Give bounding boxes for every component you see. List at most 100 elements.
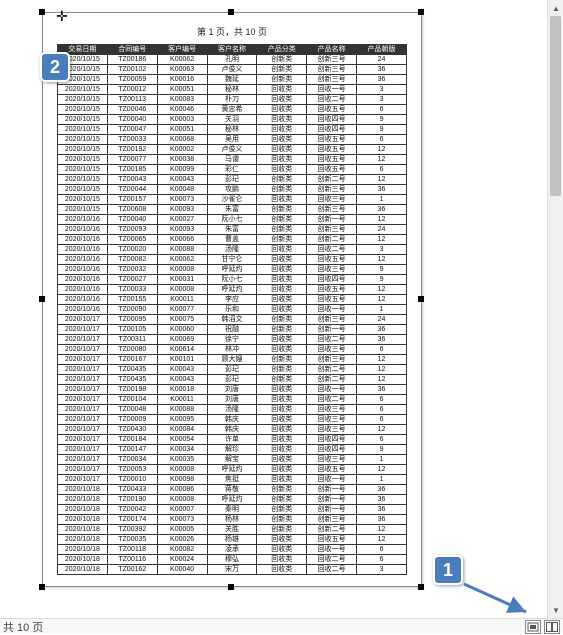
table-cell: K00040 bbox=[157, 565, 207, 575]
table-cell: K00027 bbox=[157, 215, 207, 225]
table-cell: 2020/10/15 bbox=[58, 185, 108, 195]
table-cell: 创新一号 bbox=[307, 505, 357, 515]
table-cell: 创新三号 bbox=[307, 55, 357, 65]
status-page-count: 共 10 页 bbox=[3, 619, 43, 635]
table-cell: TZ00118 bbox=[107, 545, 157, 555]
table-cell: 创新三号 bbox=[307, 225, 357, 235]
table-cell: 回收类 bbox=[257, 275, 307, 285]
table-row: 2020/10/15TZ00044K00048攻鹏创新类创新三号36 bbox=[58, 185, 407, 195]
selection-handle[interactable] bbox=[418, 584, 424, 590]
table-cell: 回收类 bbox=[257, 135, 307, 145]
scroll-track[interactable] bbox=[548, 16, 563, 602]
table-cell: 回收类 bbox=[257, 465, 307, 475]
table-cell: 回收二号 bbox=[307, 555, 357, 565]
table-cell: 创新三号 bbox=[307, 65, 357, 75]
table-cell: 创新类 bbox=[257, 315, 307, 325]
table-cell: K00099 bbox=[157, 165, 207, 175]
table-cell: 3 bbox=[357, 95, 407, 105]
table-cell: TZ00433 bbox=[107, 485, 157, 495]
table-cell: 9 bbox=[357, 445, 407, 455]
table-cell: 回收类 bbox=[257, 155, 307, 165]
table-cell: TZ00034 bbox=[107, 455, 157, 465]
table-cell: 12 bbox=[357, 155, 407, 165]
table-cell: TZ00032 bbox=[107, 265, 157, 275]
table-row: 2020/10/17TZ00095K00075韩滔文创新类创新三号24 bbox=[58, 315, 407, 325]
table-cell: 顾大嫂 bbox=[207, 355, 257, 365]
table-cell: 创新类 bbox=[257, 185, 307, 195]
table-cell: TZ00162 bbox=[107, 565, 157, 575]
table-cell: 回收类 bbox=[257, 395, 307, 405]
table-cell: 创新类 bbox=[257, 365, 307, 375]
table-cell: K00051 bbox=[157, 125, 207, 135]
scroll-down-arrow[interactable]: ▼ bbox=[548, 602, 563, 618]
table-cell: 穆弘 bbox=[207, 555, 257, 565]
selection-handle[interactable] bbox=[39, 9, 45, 15]
table-cell: 回收类 bbox=[257, 255, 307, 265]
vertical-scrollbar[interactable]: ▲ ▼ bbox=[547, 0, 563, 618]
table-cell: 2020/10/18 bbox=[58, 485, 108, 495]
table-cell: K00002 bbox=[157, 145, 207, 155]
view-mode-multi-button[interactable] bbox=[544, 620, 560, 634]
table-row: 2020/10/15TZ00040K00003关羽回收类回收四号9 bbox=[58, 115, 407, 125]
table-cell: 2020/10/18 bbox=[58, 545, 108, 555]
selection-handle[interactable] bbox=[418, 296, 424, 302]
table-cell: TZ00435 bbox=[107, 365, 157, 375]
table-cell: TZ00105 bbox=[107, 325, 157, 335]
table-cell: 36 bbox=[357, 505, 407, 515]
table-cell: 2020/10/16 bbox=[58, 295, 108, 305]
selection-handle[interactable] bbox=[228, 584, 234, 590]
table-cell: TZ00040 bbox=[107, 115, 157, 125]
table-row: 2020/10/17TZ00010K00098焦挺回收类回收一号1 bbox=[58, 475, 407, 485]
table-cell: 2020/10/17 bbox=[58, 355, 108, 365]
table-cell: 回收类 bbox=[257, 445, 307, 455]
table-cell: TZ00020 bbox=[107, 245, 157, 255]
table-cell: 回收类 bbox=[257, 565, 307, 575]
table-row: 2020/10/16TZ00090K00077乐和回收类回收一号1 bbox=[58, 305, 407, 315]
table-cell: K00073 bbox=[157, 515, 207, 525]
selection-handle[interactable] bbox=[39, 584, 45, 590]
table-cell: 回收三号 bbox=[307, 345, 357, 355]
table-cell: 呼延灼 bbox=[207, 465, 257, 475]
table-cell: 2020/10/16 bbox=[58, 255, 108, 265]
table-row: 2020/10/18TZ00190K00008呼延灼创新类创新一号36 bbox=[58, 495, 407, 505]
selection-handle[interactable] bbox=[418, 9, 424, 15]
table-cell: 36 bbox=[357, 485, 407, 495]
table-row: 2020/10/15TZ00047K00051秘林回收类回收四号9 bbox=[58, 125, 407, 135]
table-cell: 2020/10/15 bbox=[58, 145, 108, 155]
table-row: 2020/10/15TZ00033K00068吴用回收类回收五号6 bbox=[58, 135, 407, 145]
table-row: 2020/10/17TZ00053K00008呼延灼回收类回收五号12 bbox=[58, 465, 407, 475]
table-row: 2020/10/15TZ00113K00083朴刀回收类回收二号3 bbox=[58, 95, 407, 105]
table-cell: 1 bbox=[357, 475, 407, 485]
selection-handle[interactable] bbox=[228, 9, 234, 15]
table-cell: 回收三号 bbox=[307, 405, 357, 415]
table-cell: 创新类 bbox=[257, 75, 307, 85]
table-row: 2020/10/17TZ00198K00018刘唐回收类回收一号36 bbox=[58, 385, 407, 395]
table-cell: K00043 bbox=[157, 365, 207, 375]
table-cell: 2020/10/17 bbox=[58, 425, 108, 435]
table-cell: 回收类 bbox=[257, 475, 307, 485]
table-cell: 回收一号 bbox=[307, 305, 357, 315]
scroll-up-arrow[interactable]: ▲ bbox=[548, 0, 563, 16]
table-row: 2020/10/15TZ00059K00016魏延创新类创新三号36 bbox=[58, 75, 407, 85]
table-row: 2020/10/17TZ00080K00614林冲回收类回收三号6 bbox=[58, 345, 407, 355]
table-cell: 3 bbox=[357, 565, 407, 575]
table-cell: 韩庆 bbox=[207, 425, 257, 435]
table-cell: 朱富 bbox=[207, 225, 257, 235]
table-row: 2020/10/15TZ00608K00093朱富创新类创新三号36 bbox=[58, 205, 407, 215]
table-row: 2020/10/16TZ00065K00066曹盖创新类创新二号12 bbox=[58, 235, 407, 245]
table-cell: 2020/10/15 bbox=[58, 95, 108, 105]
scroll-thumb[interactable] bbox=[550, 16, 561, 196]
table-cell: 2020/10/15 bbox=[58, 85, 108, 95]
table-cell: 汤隆 bbox=[207, 405, 257, 415]
table-cell: 12 bbox=[357, 255, 407, 265]
table-cell: 呼延灼 bbox=[207, 285, 257, 295]
table-cell: 12 bbox=[357, 375, 407, 385]
selection-handle[interactable] bbox=[39, 296, 45, 302]
table-cell: 创新二号 bbox=[307, 365, 357, 375]
table-cell: 秘林 bbox=[207, 85, 257, 95]
col-header: 产品分类 bbox=[257, 45, 307, 55]
table-cell: 关羽 bbox=[207, 115, 257, 125]
table-cell: 回收一号 bbox=[307, 475, 357, 485]
view-mode-single-button[interactable] bbox=[525, 620, 541, 634]
table-row: 2020/10/15TZ00192K00002卢俊义回收类回收五号12 bbox=[58, 145, 407, 155]
